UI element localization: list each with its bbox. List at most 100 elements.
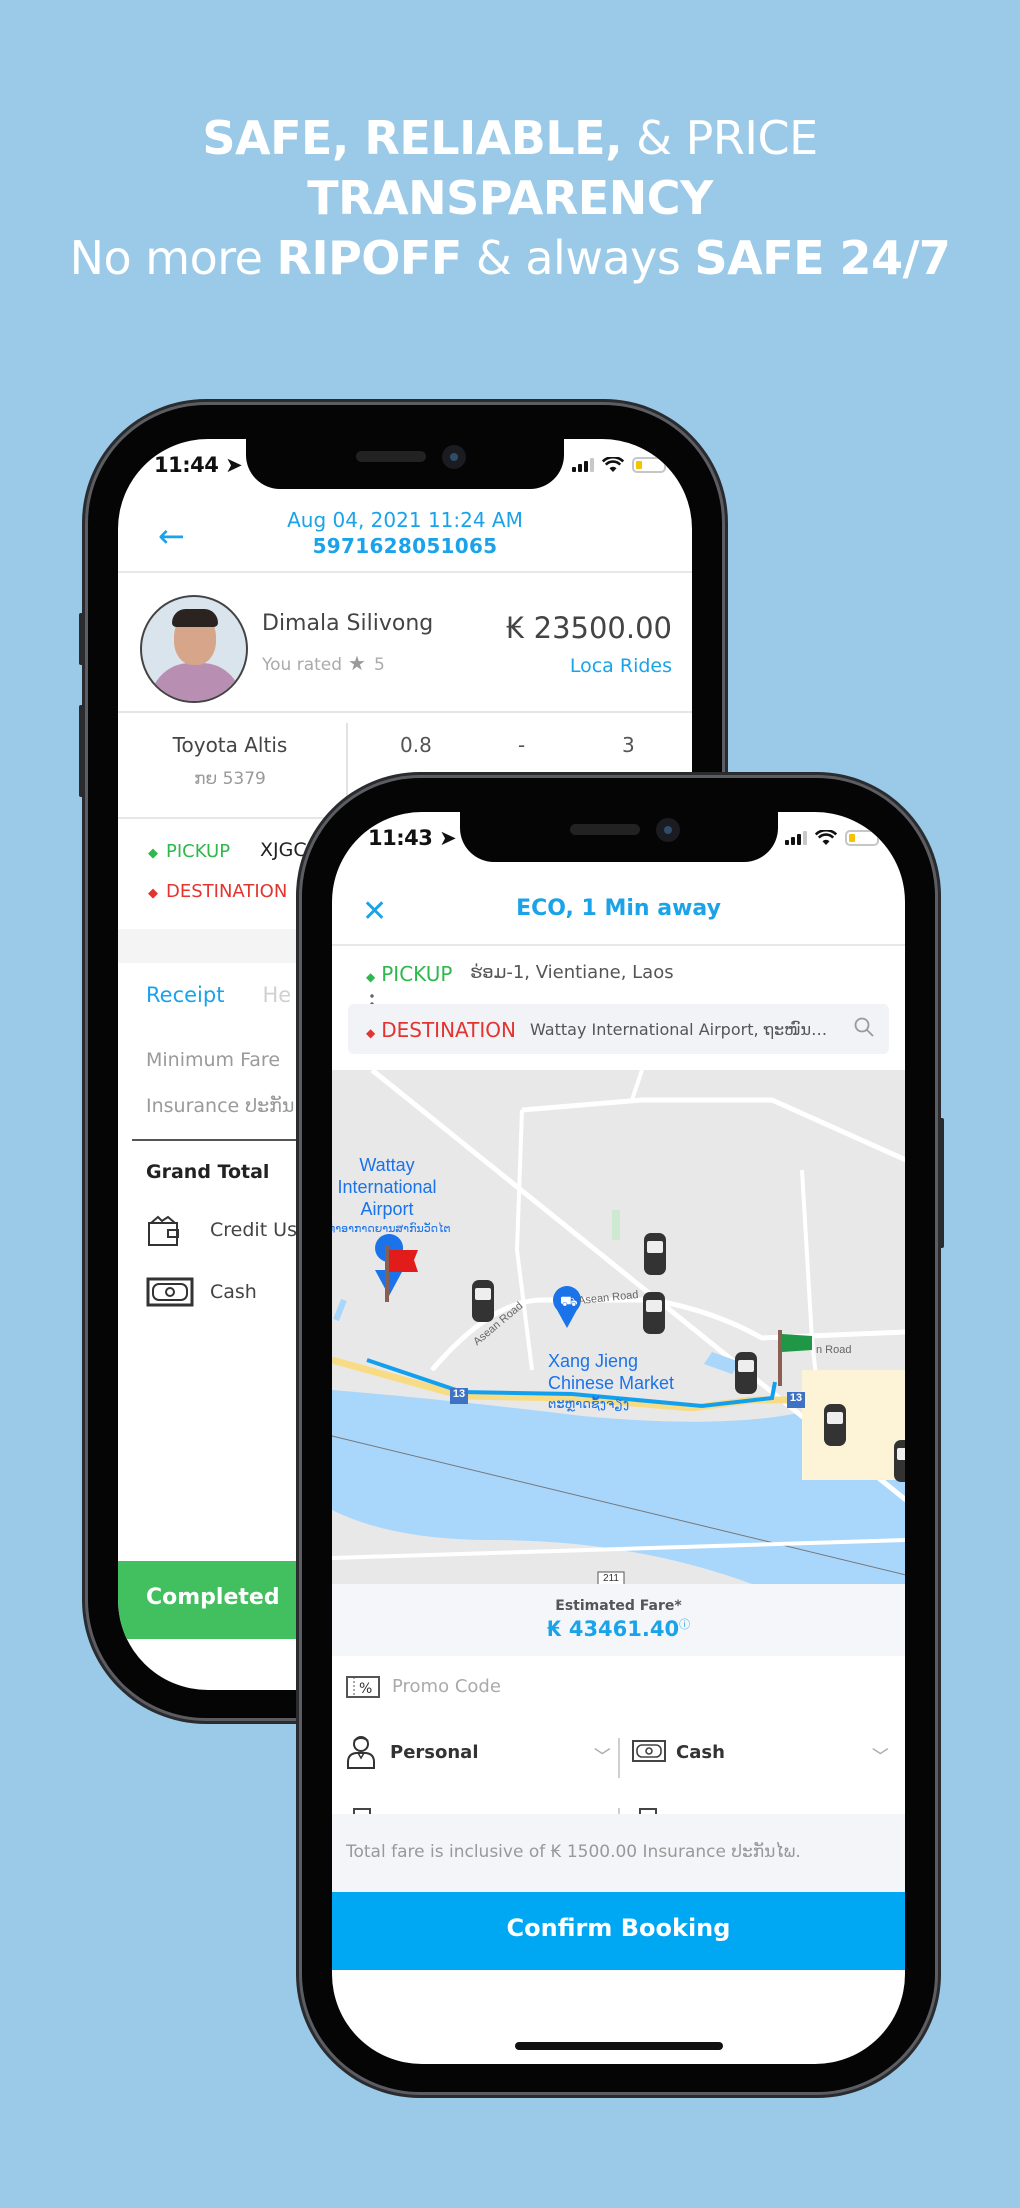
trip-date: Aug 04, 2021 11:24 AM [287, 508, 523, 532]
promo-code-placeholder: Promo Code [392, 1676, 501, 1697]
phone-side-button [939, 1118, 944, 1248]
trip-stat: - [518, 733, 526, 757]
pickup-address[interactable]: ຮ່ອມ-1, Vientiane, Laos [470, 962, 674, 983]
destination-field[interactable]: ◆ DESTINATION Wattay International Airpor… [348, 1004, 889, 1054]
wifi-icon [602, 457, 624, 472]
headline-bold: RIPOFF [276, 231, 463, 285]
trip-stat: 0.8 [400, 733, 432, 757]
search-icon[interactable] [853, 1016, 875, 1038]
phone-side-button [79, 613, 84, 665]
insurance-note: Total fare is inclusive of ₭ 1500.00 Ins… [332, 1814, 905, 1892]
tab-help[interactable]: He [262, 983, 291, 1007]
road [521, 1097, 905, 1163]
headline-bold: TRANSPARENCY [307, 171, 713, 225]
battery-icon [632, 457, 669, 473]
car-icon [644, 1233, 666, 1275]
confirm-booking-button[interactable]: Confirm Booking [332, 1892, 905, 1970]
home-indicator[interactable] [514, 2042, 723, 2050]
info-icon[interactable]: ⓘ [679, 1618, 690, 1631]
wallet-icon [148, 1215, 179, 1246]
pond [704, 1352, 740, 1374]
airport-label: Wattay International Airport [337, 1155, 437, 1219]
airport-label-lao: ທ່າອາກາດຍານສາກົນວັດໄຕ [332, 1223, 451, 1235]
star-icon: ★ [348, 651, 366, 675]
status-time: 11:44 ➤ [154, 453, 243, 477]
booking-title: ECO, 1 Min away [516, 896, 721, 921]
trip-header: ← Aug 04, 2021 11:24 AM 5971628051065 [118, 507, 692, 573]
vehicle-plate: ກຍ 5379 [194, 769, 266, 789]
car-icon [894, 1440, 905, 1482]
status-bar: 11:44 ➤ [118, 453, 692, 483]
divider [618, 1738, 620, 1778]
promo-headline: SAFE, RELIABLE, & PRICE TRANSPARENCY No … [0, 108, 1020, 288]
payment-select[interactable]: Cash ⌵ [632, 1738, 900, 1778]
destination-label: ◆ DESTINATION [148, 881, 288, 902]
cash-icon [146, 1277, 194, 1307]
chevron-down-icon: ⌵ [594, 1742, 611, 1758]
car-icon [735, 1352, 757, 1394]
estimated-fare: Estimated Fare* ₭ 43461.40ⓘ [332, 1584, 905, 1656]
destination-address: Wattay International Airport, ຖະໜົນສາ... [530, 1020, 830, 1039]
booking-route: ◆ PICKUP ຮ່ອມ-1, Vientiane, Laos ◆ DESTINA… [332, 948, 905, 1070]
diamond-icon: ◆ [366, 970, 376, 984]
signal-icon [572, 458, 594, 472]
receipt-line: Minimum Fare [146, 1049, 281, 1071]
booking-screen: 11:43 ➤ ✕ ECO, 1 Min away ◆ PICKUP ຮ່ອມ-1… [332, 812, 905, 2064]
location-arrow-icon: ➤ [439, 826, 457, 850]
promo-code-field[interactable]: % Promo Code [346, 1674, 905, 1704]
route-map[interactable]: ⛟ Wattay International Airport ທ່າອາກາດຍານ… [332, 1070, 905, 1584]
trip-fare: ₭ 23500.00 [505, 611, 672, 645]
cart-icon: ⛟ [560, 1294, 578, 1310]
estimated-fare-label: Estimated Fare* [555, 1598, 682, 1614]
profile-value: Personal [390, 1742, 479, 1763]
battery-icon [845, 830, 882, 846]
profile-select[interactable]: Personal ⌵ [346, 1736, 612, 1778]
highway-number: 13 [789, 1392, 803, 1404]
pond [333, 1298, 347, 1322]
market-label-lao: ຕະຫຼາດຊັ້ງຈຽງ [548, 1396, 630, 1411]
pickup-address: XJGC [260, 839, 307, 861]
estimated-fare-value: ₭ 43461.40ⓘ [546, 1617, 691, 1641]
pickup-label: ◆ PICKUP [148, 841, 231, 862]
diamond-icon: ◆ [148, 886, 158, 901]
headline-text: No more [69, 231, 277, 285]
location-arrow-icon: ➤ [225, 453, 243, 477]
grand-total-label: Grand Total [146, 1161, 270, 1183]
payment-value: Cash [676, 1742, 725, 1763]
booking-header: ✕ ECO, 1 Min away [332, 880, 905, 946]
driver-name: Dimala Silivong [262, 611, 434, 636]
market-label: Xang Jieng Chinese Market [548, 1351, 675, 1393]
cash-icon [632, 1740, 666, 1762]
pickup-label: ◆ PICKUP [366, 962, 453, 986]
park [612, 1210, 620, 1240]
promo-icon: % [346, 1676, 380, 1698]
company-link[interactable]: Loca Rides [570, 655, 672, 677]
diamond-icon: ◆ [366, 1026, 376, 1040]
start-flag-icon [389, 1250, 418, 1272]
chevron-down-icon: ⌵ [872, 1742, 889, 1758]
headline-text: & always [461, 231, 695, 285]
phone-volume-button [79, 705, 84, 797]
person-icon [347, 1736, 375, 1769]
payment-credit: Credit Use [210, 1219, 309, 1241]
signal-icon [785, 831, 807, 845]
end-flag-icon [782, 1334, 812, 1352]
phone-booking: 11:43 ➤ ✕ ECO, 1 Min away ◆ PICKUP ຮ່ອມ-1… [302, 778, 944, 2092]
car-icon [643, 1292, 665, 1334]
car-icon [472, 1280, 494, 1322]
city-block [802, 1370, 905, 1480]
status-bar: 11:43 ➤ [332, 826, 905, 856]
status-time: 11:43 ➤ [368, 826, 457, 850]
order-id: 5971628051065 [312, 534, 498, 558]
vehicle-model: Toyota Altis [172, 733, 288, 757]
road [630, 1070, 644, 1101]
tab-receipt[interactable]: Receipt [146, 983, 224, 1007]
arrow-left-icon[interactable]: ← [158, 520, 185, 552]
route-number: 211 [603, 1573, 619, 1584]
headline-text: & PRICE [622, 111, 818, 165]
shopping-pin-icon [556, 1308, 578, 1328]
destination-label: ◆ DESTINATION [366, 1018, 516, 1042]
car-icon [824, 1404, 846, 1446]
headline-bold: SAFE, RELIABLE, [202, 111, 623, 165]
driver-rating: You rated ★ 5 [262, 651, 385, 675]
